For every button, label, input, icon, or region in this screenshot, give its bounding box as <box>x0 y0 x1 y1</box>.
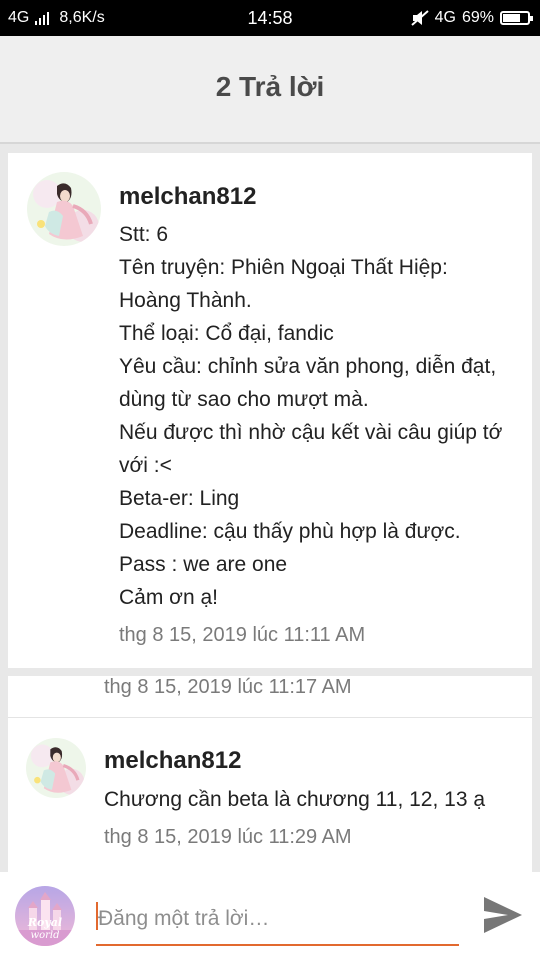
reply-composer: Royal world <box>0 872 540 960</box>
status-right: 4G 69% <box>410 9 533 27</box>
reply-input[interactable] <box>96 894 459 946</box>
post-line: Beta-er: Ling <box>119 487 240 510</box>
post-line: Pass : we are one <box>119 553 288 576</box>
post-line: với :< <box>119 454 172 477</box>
post-line: Nếu được thì nhờ cậu kết vài câu giúp tớ <box>119 421 503 444</box>
reply-divider <box>8 717 532 718</box>
post-line: Yêu cầu: chỉnh sửa văn phong, diễn đạt, <box>119 355 497 378</box>
battery-fill <box>503 14 520 22</box>
post-timestamp: thg 8 15, 2019 lúc 11:11 AM <box>119 624 366 646</box>
reply-timestamp: thg 8 15, 2019 lúc 11:29 AM <box>104 826 352 848</box>
battery-icon <box>500 11 533 25</box>
reply-timestamp: thg 8 15, 2019 lúc 11:17 AM <box>104 676 352 698</box>
reply-username[interactable]: melchan812 <box>104 747 241 775</box>
send-button[interactable] <box>480 892 526 938</box>
reply-text: Chương cần beta là chương 11, 12, 13 ạ <box>104 788 486 811</box>
post-line: Tên truyện: Phiên Ngoại Thất Hiệp: <box>119 256 448 279</box>
svg-text:Royal: Royal <box>27 916 62 929</box>
svg-text:world: world <box>31 930 60 941</box>
avatar-illustration-icon <box>26 738 86 798</box>
replies-card: thg 8 15, 2019 lúc 11:17 AM melchan812 C… <box>8 676 532 872</box>
user-avatar[interactable] <box>27 172 101 246</box>
app-header: 2 Trả lời <box>0 36 540 144</box>
post-line: Hoàng Thành. <box>119 289 252 312</box>
post-line: dùng từ sao cho mượt mà. <box>119 388 369 411</box>
post-line: Cảm ơn ạ! <box>119 586 218 609</box>
network-type-right: 4G <box>434 9 456 26</box>
royal-world-logo-icon: Royal world <box>15 886 75 946</box>
mute-icon <box>410 10 429 26</box>
status-bar: 4G 8,6K/s 14:58 4G 69% <box>0 0 540 36</box>
post-line: Stt: 6 <box>119 223 169 246</box>
reply-user-avatar[interactable] <box>26 738 86 798</box>
post-line: Thể loại: Cổ đại, fandic <box>119 322 334 345</box>
send-icon <box>484 897 522 933</box>
post-card: melchan812 Stt: 6 Tên truyện: Phiên Ngoạ… <box>8 153 532 668</box>
text-caret <box>96 902 98 930</box>
avatar-illustration-icon <box>27 172 101 246</box>
my-avatar[interactable]: Royal world <box>15 886 75 946</box>
post-line: Deadline: cậu thấy phù hợp là được. <box>119 520 461 543</box>
page-title: 2 Trả lời <box>215 71 325 102</box>
battery-percent: 69% <box>461 9 494 26</box>
post-username[interactable]: melchan812 <box>119 183 256 211</box>
